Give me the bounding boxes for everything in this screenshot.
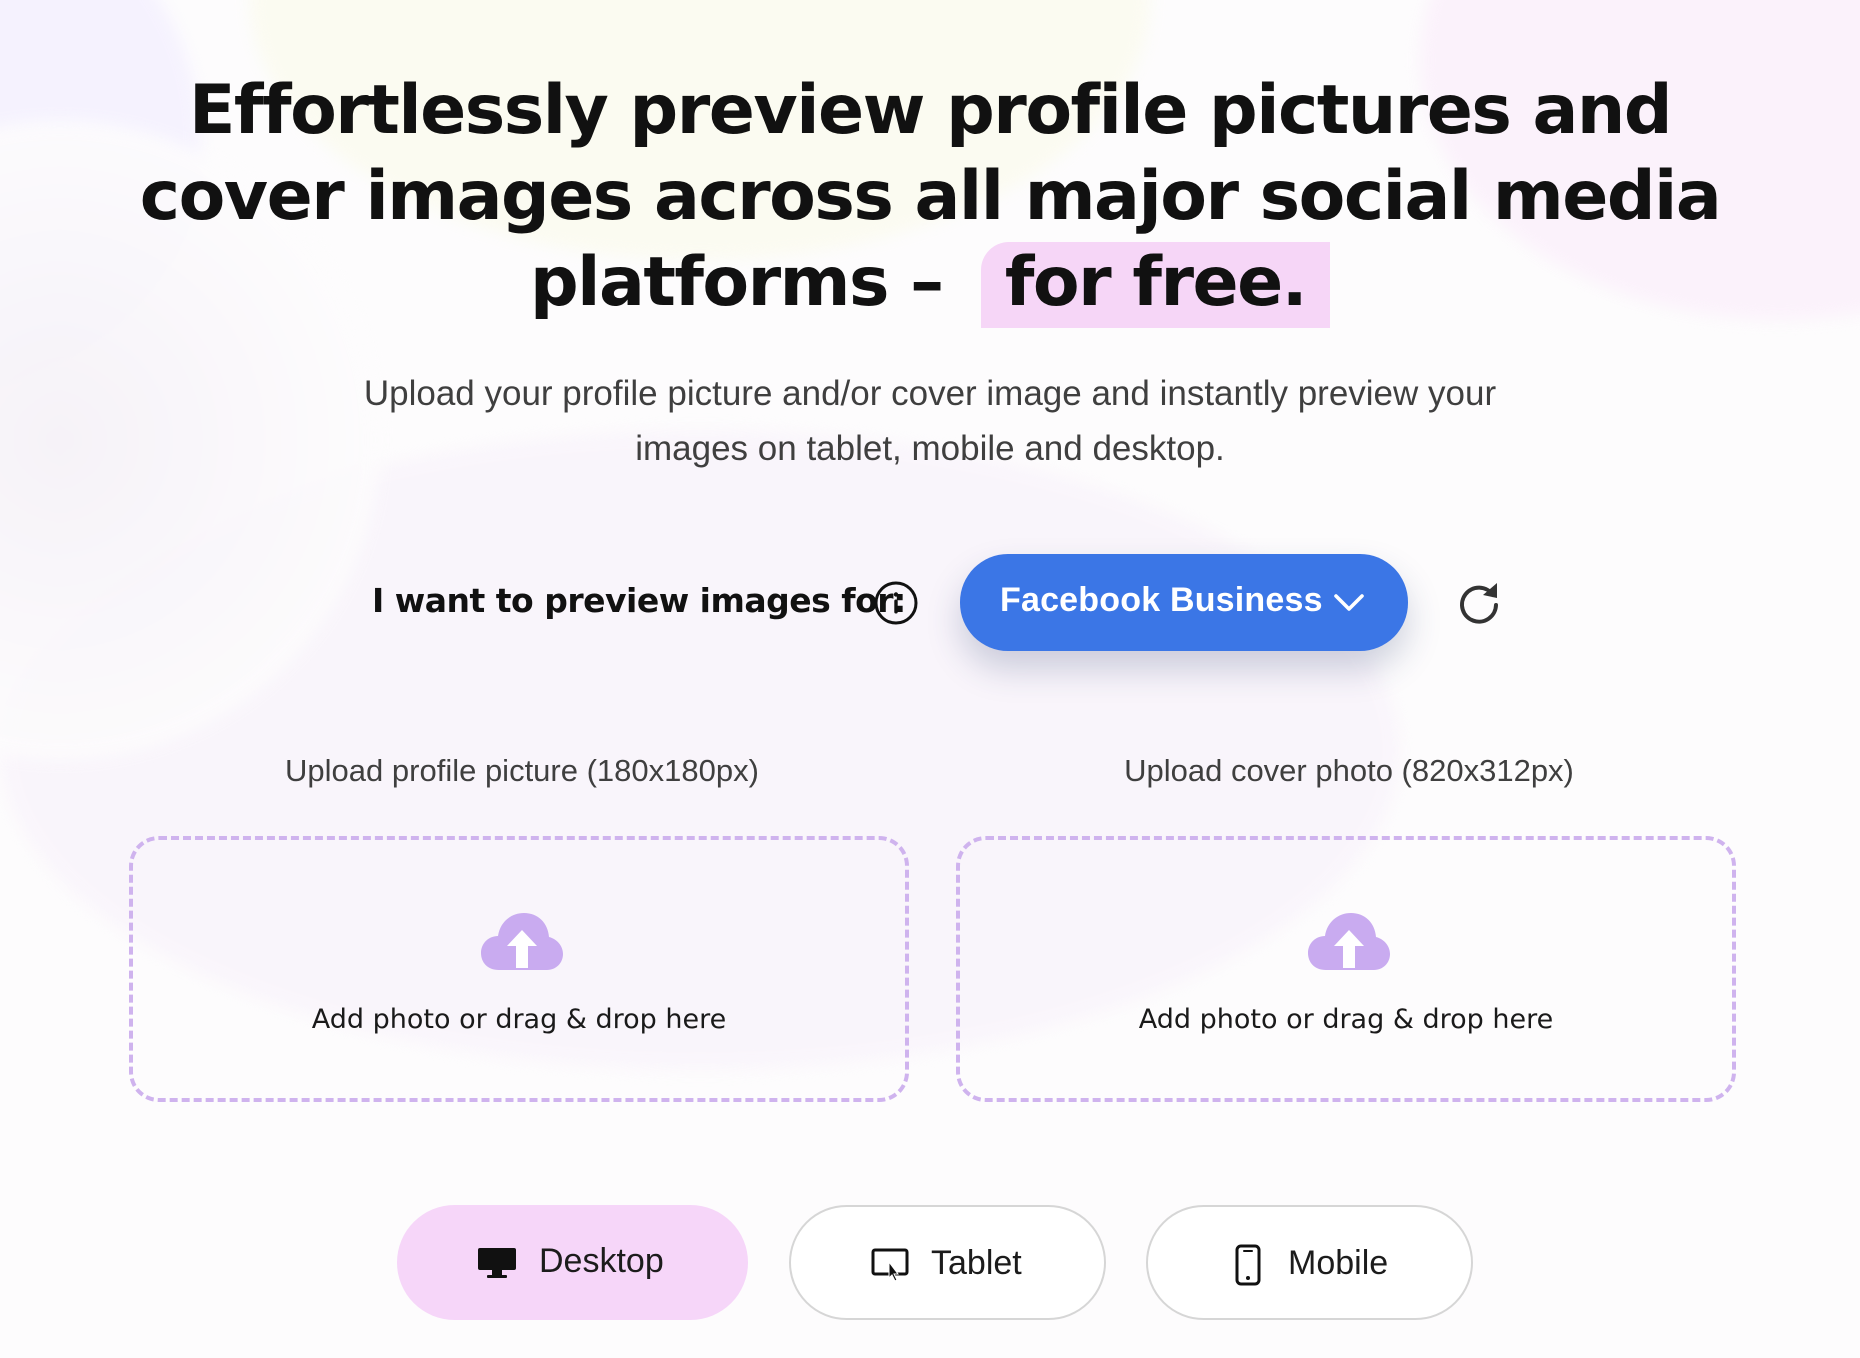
page-title: Effortlessly preview profile pictures an… <box>130 68 1730 328</box>
profile-dropzone-text: Add photo or drag & drop here <box>311 1004 727 1035</box>
profile-picture-dropzone[interactable]: Add photo or drag & drop here <box>129 836 909 1102</box>
preview-tool-page: Effortlessly preview profile pictures an… <box>0 0 1860 1358</box>
mobile-icon <box>1235 1244 1261 1286</box>
info-icon[interactable] <box>873 580 919 626</box>
device-desktop-button[interactable]: Desktop <box>397 1205 748 1320</box>
page-title-main: Effortlessly preview profile pictures an… <box>139 71 1722 322</box>
device-mobile-label: Mobile <box>1288 1244 1389 1282</box>
tablet-icon <box>871 1248 909 1282</box>
cover-photo-dropzone[interactable]: Add photo or drag & drop here <box>956 836 1736 1102</box>
device-mobile-button[interactable]: Mobile <box>1146 1205 1473 1320</box>
profile-upload-label: Upload profile picture (180x180px) <box>285 753 759 788</box>
device-tablet-button[interactable]: Tablet <box>789 1205 1106 1320</box>
cloud-upload-icon <box>1308 913 1390 970</box>
platform-dropdown[interactable]: Facebook Business <box>960 554 1408 651</box>
cover-dropzone-text: Add photo or drag & drop here <box>1138 1004 1554 1035</box>
refresh-icon[interactable] <box>1455 579 1503 627</box>
desktop-icon <box>478 1248 516 1278</box>
device-tablet-label: Tablet <box>931 1244 1022 1282</box>
cover-upload-label: Upload cover photo (820x312px) <box>1124 753 1574 788</box>
platform-selector-row: I want to preview images for: Facebook B… <box>0 553 1860 653</box>
device-desktop-label: Desktop <box>539 1242 664 1280</box>
page-subtitle: Upload your profile picture and/or cover… <box>363 374 1497 468</box>
platform-selector-label: I want to preview images for: <box>372 581 906 620</box>
chevron-down-icon <box>1334 594 1364 611</box>
platform-dropdown-value: Facebook Business <box>1000 581 1323 619</box>
cloud-upload-icon <box>481 913 563 970</box>
page-title-highlight: for free. <box>980 242 1331 328</box>
